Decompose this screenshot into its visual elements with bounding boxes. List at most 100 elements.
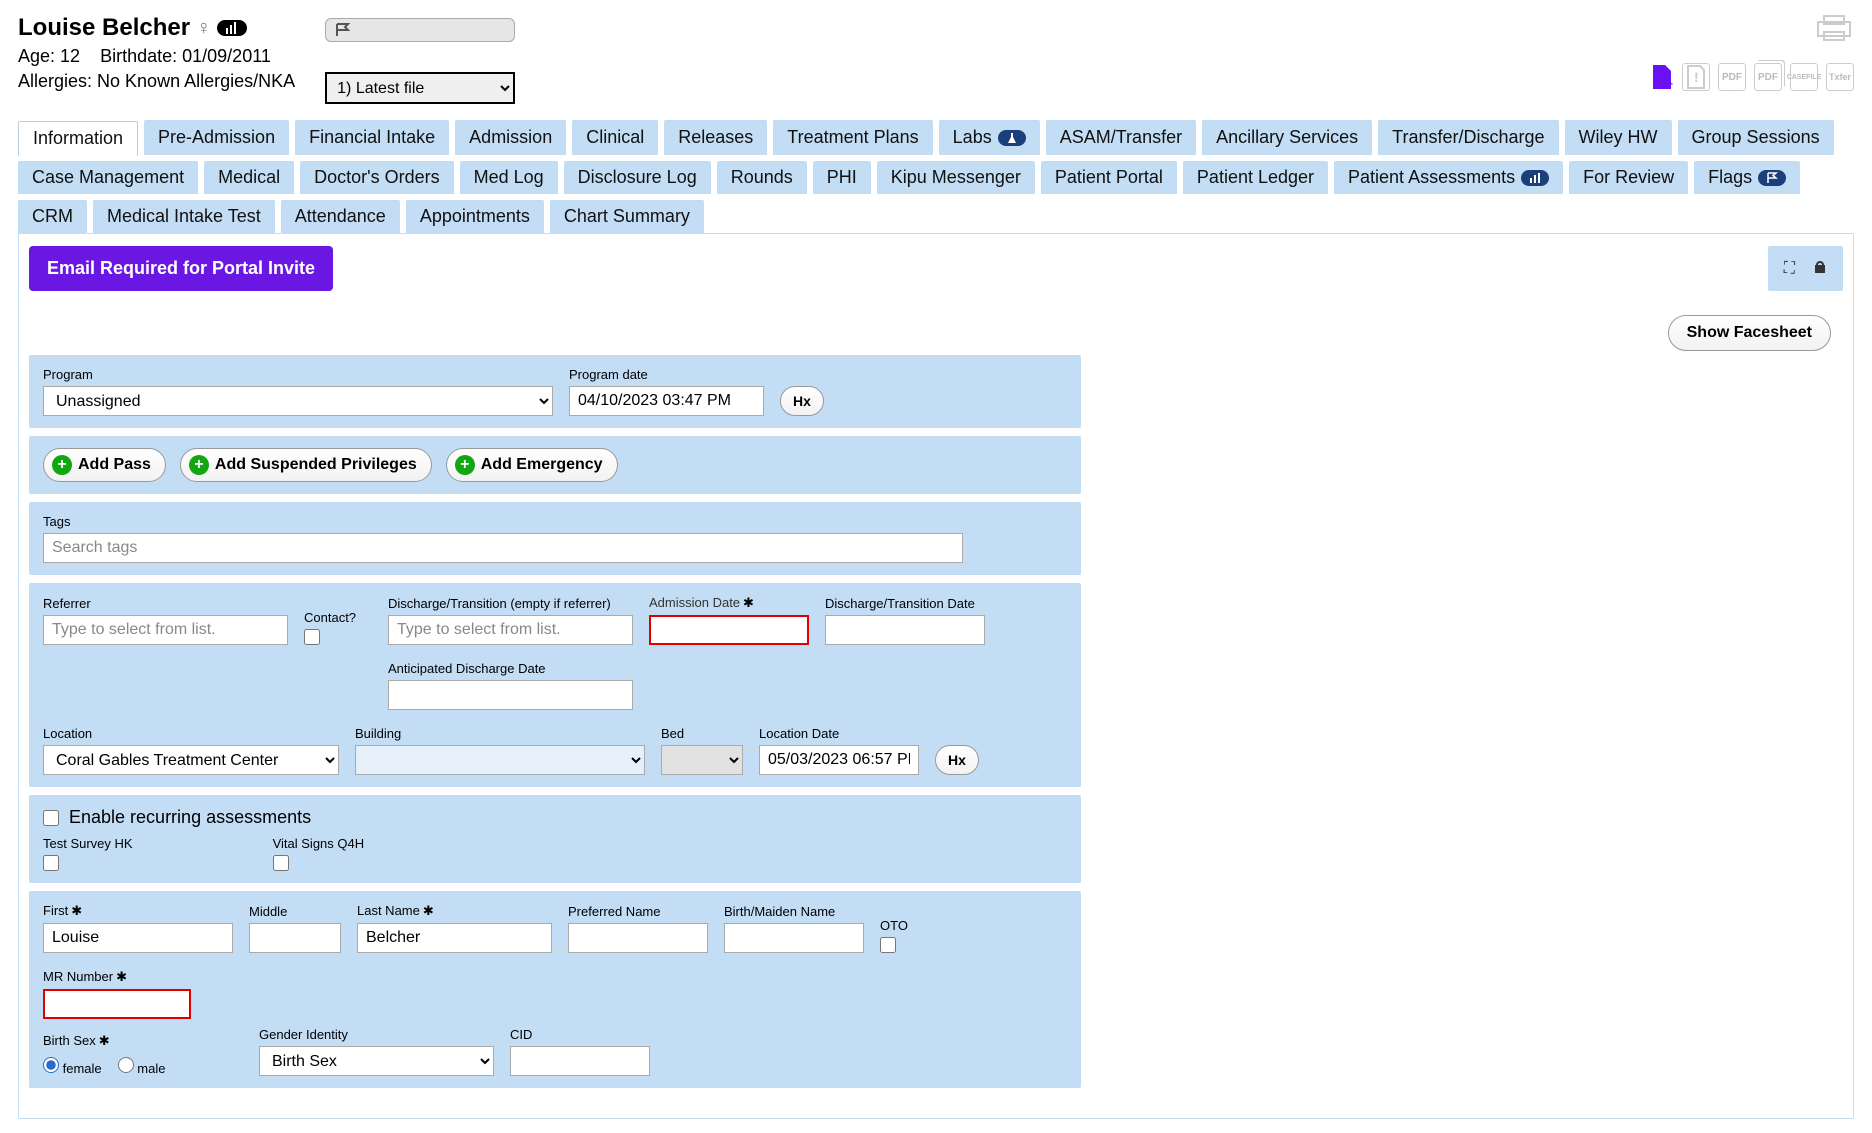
middle-name-label: Middle (249, 904, 341, 919)
vital-signs-label: Vital Signs Q4H (273, 836, 365, 851)
tab-clinical[interactable]: Clinical (572, 120, 658, 155)
tab-asam-transfer[interactable]: ASAM/Transfer (1046, 120, 1196, 155)
program-hx-button[interactable]: Hx (780, 386, 824, 416)
anticipated-discharge-input[interactable] (388, 680, 633, 710)
tab-transfer-discharge[interactable]: Transfer/Discharge (1378, 120, 1558, 155)
middle-name-input[interactable] (249, 923, 341, 953)
tab-patient-portal[interactable]: Patient Portal (1041, 161, 1177, 194)
plus-icon: + (455, 455, 475, 475)
age-label: Age: 12 (18, 46, 80, 66)
tab-for-review[interactable]: For Review (1569, 161, 1688, 194)
tab-chart-summary[interactable]: Chart Summary (550, 200, 704, 233)
doc-info-icon[interactable]: ! (1682, 63, 1710, 91)
tab-appointments[interactable]: Appointments (406, 200, 544, 233)
bed-select[interactable] (661, 745, 743, 775)
program-date-input[interactable] (569, 386, 764, 416)
enable-recurring-checkbox[interactable] (43, 810, 59, 826)
cid-input[interactable] (510, 1046, 650, 1076)
discharge-transition-input[interactable] (388, 615, 633, 645)
show-facesheet-button[interactable]: Show Facesheet (1668, 315, 1831, 351)
tab-case-management[interactable]: Case Management (18, 161, 198, 194)
location-select[interactable]: Coral Gables Treatment Center (43, 745, 339, 775)
contact-checkbox[interactable] (304, 629, 320, 645)
test-survey-checkbox[interactable] (43, 855, 59, 871)
vital-signs-checkbox[interactable] (273, 855, 289, 871)
flag-icon (1758, 170, 1786, 186)
female-radio-label[interactable]: female (43, 1057, 102, 1076)
pdf-multi-icon[interactable]: PDF (1754, 63, 1782, 91)
add-pass-button[interactable]: +Add Pass (43, 448, 166, 482)
gender-identity-select[interactable]: Birth Sex (259, 1046, 494, 1076)
tab-medical-intake-test[interactable]: Medical Intake Test (93, 200, 275, 233)
add-suspended-button[interactable]: +Add Suspended Privileges (180, 448, 432, 482)
female-radio[interactable] (43, 1057, 59, 1073)
discharge-transition-label: Discharge/Transition (empty if referrer) (388, 596, 633, 611)
referrer-input[interactable] (43, 615, 288, 645)
birthdate-label: Birthdate: 01/09/2011 (100, 46, 271, 66)
location-date-input[interactable] (759, 745, 919, 775)
tab-wiley-hw[interactable]: Wiley HW (1565, 120, 1672, 155)
tags-label: Tags (43, 514, 963, 529)
tab-ancillary-services[interactable]: Ancillary Services (1202, 120, 1372, 155)
contact-label: Contact? (304, 610, 354, 625)
flask-icon (998, 130, 1026, 146)
gender-female-icon: ♀ (196, 17, 211, 40)
tab-medical[interactable]: Medical (204, 161, 294, 194)
last-name-label: Last Name✱ (357, 903, 552, 919)
file-select[interactable]: 1) Latest file (325, 72, 515, 104)
tab-flags[interactable]: Flags (1694, 161, 1800, 194)
building-label: Building (355, 726, 645, 741)
tab-treatment-plans[interactable]: Treatment Plans (773, 120, 932, 155)
lock-icon[interactable] (1813, 258, 1827, 279)
portal-invite-button[interactable]: Email Required for Portal Invite (29, 246, 333, 291)
male-radio[interactable] (118, 1057, 134, 1073)
preferred-name-input[interactable] (568, 923, 708, 953)
casefile-icon[interactable]: CASEFILE (1790, 63, 1818, 91)
tab-pre-admission[interactable]: Pre-Admission (144, 120, 289, 155)
oto-label: OTO (880, 918, 920, 933)
birth-sex-label: Birth Sex✱ (43, 1033, 243, 1049)
location-label: Location (43, 726, 339, 741)
tab-crm[interactable]: CRM (18, 200, 87, 233)
stats-badge-icon[interactable] (217, 20, 247, 36)
tab-group-sessions[interactable]: Group Sessions (1678, 120, 1834, 155)
tab-med-log[interactable]: Med Log (460, 161, 558, 194)
bed-label: Bed (661, 726, 743, 741)
last-name-input[interactable] (357, 923, 552, 953)
pdf-icon[interactable]: PDF (1718, 63, 1746, 91)
add-emergency-button[interactable]: +Add Emergency (446, 448, 618, 482)
tab-releases[interactable]: Releases (664, 120, 767, 155)
tab-patient-ledger[interactable]: Patient Ledger (1183, 161, 1328, 194)
program-label: Program (43, 367, 553, 382)
tab-rounds[interactable]: Rounds (717, 161, 807, 194)
maiden-name-input[interactable] (724, 923, 864, 953)
male-radio-label[interactable]: male (118, 1057, 166, 1076)
tab-kipu-messenger[interactable]: Kipu Messenger (877, 161, 1035, 194)
tab-phi[interactable]: PHI (813, 161, 871, 194)
mr-number-label: MR Number✱ (43, 969, 191, 985)
add-doc-icon[interactable]: + (1650, 63, 1674, 91)
tab-patient-assessments[interactable]: Patient Assessments (1334, 161, 1563, 194)
oto-checkbox[interactable] (880, 937, 896, 953)
expand-icon[interactable]: ⛶ (1784, 260, 1795, 278)
location-hx-button[interactable]: Hx (935, 745, 979, 775)
tags-input[interactable] (43, 533, 963, 563)
tab-attendance[interactable]: Attendance (281, 200, 400, 233)
mr-number-input[interactable] (43, 989, 191, 1019)
building-select[interactable] (355, 745, 645, 775)
flag-badge[interactable] (325, 18, 515, 42)
first-name-input[interactable] (43, 923, 233, 953)
plus-icon: + (189, 455, 209, 475)
admission-date-input[interactable] (649, 615, 809, 645)
tab-disclosure-log[interactable]: Disclosure Log (564, 161, 711, 194)
gender-identity-label: Gender Identity (259, 1027, 494, 1042)
print-icon[interactable] (1814, 14, 1854, 49)
program-select[interactable]: Unassigned (43, 386, 553, 416)
tab-admission[interactable]: Admission (455, 120, 566, 155)
tab-doctor-s-orders[interactable]: Doctor's Orders (300, 161, 453, 194)
tab-financial-intake[interactable]: Financial Intake (295, 120, 449, 155)
tab-labs[interactable]: Labs (939, 120, 1040, 155)
txfer-icon[interactable]: Txfer (1826, 63, 1854, 91)
tab-information[interactable]: Information (18, 121, 138, 156)
discharge-date-input[interactable] (825, 615, 985, 645)
